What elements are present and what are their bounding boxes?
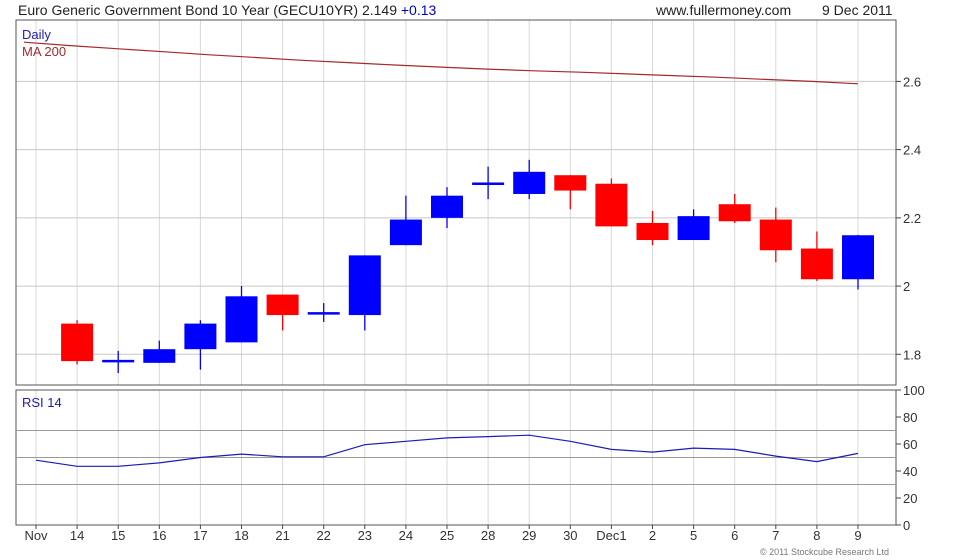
rsi-panel: 0 20 40 60 80 100 RSI 14 — [15, 383, 925, 533]
x-tick-label: 16 — [152, 528, 166, 543]
x-tick-label: 23 — [358, 528, 372, 543]
candle-body — [800, 248, 833, 280]
x-tick-label: 7 — [772, 528, 779, 543]
price-y-tick-label: 2 — [903, 279, 910, 294]
rsi-y-tick-label: 0 — [903, 518, 910, 533]
ma-200-line — [23, 41, 859, 85]
chart-canvas: 1.8 2 2.2 2.4 2.6 Daily MA 200 0 20 40 60 80 100 RSI… — [15, 19, 925, 543]
candle-body — [61, 323, 94, 362]
x-tick-label: 28 — [481, 528, 495, 543]
candle-body — [513, 171, 546, 194]
candle-body — [348, 255, 381, 316]
price-y-tick-label: 1.8 — [903, 347, 921, 362]
rsi-y-tick-label: 20 — [903, 491, 917, 506]
candle-body — [636, 222, 669, 241]
candle-body — [266, 294, 299, 316]
x-tick-label: 6 — [731, 528, 738, 543]
x-tick-label: 14 — [70, 528, 84, 543]
candle-body — [431, 195, 463, 218]
price-y-tick-label: 2.2 — [903, 211, 921, 226]
x-tick-label: 8 — [813, 528, 820, 543]
rsi-y-tick-label: 40 — [903, 464, 917, 479]
x-tick-label: 24 — [399, 528, 413, 543]
x-tick-label: 22 — [316, 528, 330, 543]
x-tick-label: 5 — [690, 528, 697, 543]
price-panel-label: Daily — [22, 27, 51, 42]
x-tick-label: Dec1 — [596, 528, 626, 543]
price-y-tick-label: 2.6 — [903, 74, 921, 89]
x-tick-label: 25 — [440, 528, 454, 543]
candle-body — [389, 219, 422, 246]
candle-body — [472, 182, 505, 185]
x-tick-label: 15 — [111, 528, 125, 543]
candle-body — [677, 216, 710, 241]
x-tick-label: Nov — [24, 528, 48, 543]
x-tick-label: 17 — [193, 528, 207, 543]
candle-body — [102, 359, 135, 363]
rsi-panel-label: RSI 14 — [22, 395, 62, 410]
ma-legend-label: MA 200 — [22, 44, 66, 59]
rsi-y-tick-label: 60 — [903, 437, 917, 452]
date-axis: Nov 14 15 16 17 18 21 22 23 24 25 28 29 30 Dec1 2 5 6 7 8 9 — [24, 525, 862, 543]
x-tick-label: 29 — [522, 528, 536, 543]
candle-body — [842, 235, 874, 280]
copyright-notice: © 2011 Stockcube Research Ltd — [760, 547, 890, 557]
x-tick-label: 18 — [234, 528, 248, 543]
candle-body — [718, 204, 751, 222]
candle-body — [143, 349, 176, 363]
x-tick-label: 21 — [275, 528, 289, 543]
candle-body — [307, 312, 340, 315]
candle-body — [554, 175, 587, 191]
x-tick-label: 9 — [854, 528, 861, 543]
candle-body — [225, 296, 258, 343]
rsi-y-tick-label: 80 — [903, 410, 917, 425]
x-tick-label: 30 — [563, 528, 577, 543]
x-tick-label: 2 — [649, 528, 656, 543]
candle-body — [759, 219, 792, 251]
candle-body — [595, 183, 628, 227]
rsi-y-tick-label: 100 — [903, 383, 925, 398]
price-y-tick-label: 2.4 — [903, 143, 921, 158]
candle-body — [184, 323, 217, 350]
price-panel: 1.8 2 2.2 2.4 2.6 Daily MA 200 — [15, 19, 921, 386]
